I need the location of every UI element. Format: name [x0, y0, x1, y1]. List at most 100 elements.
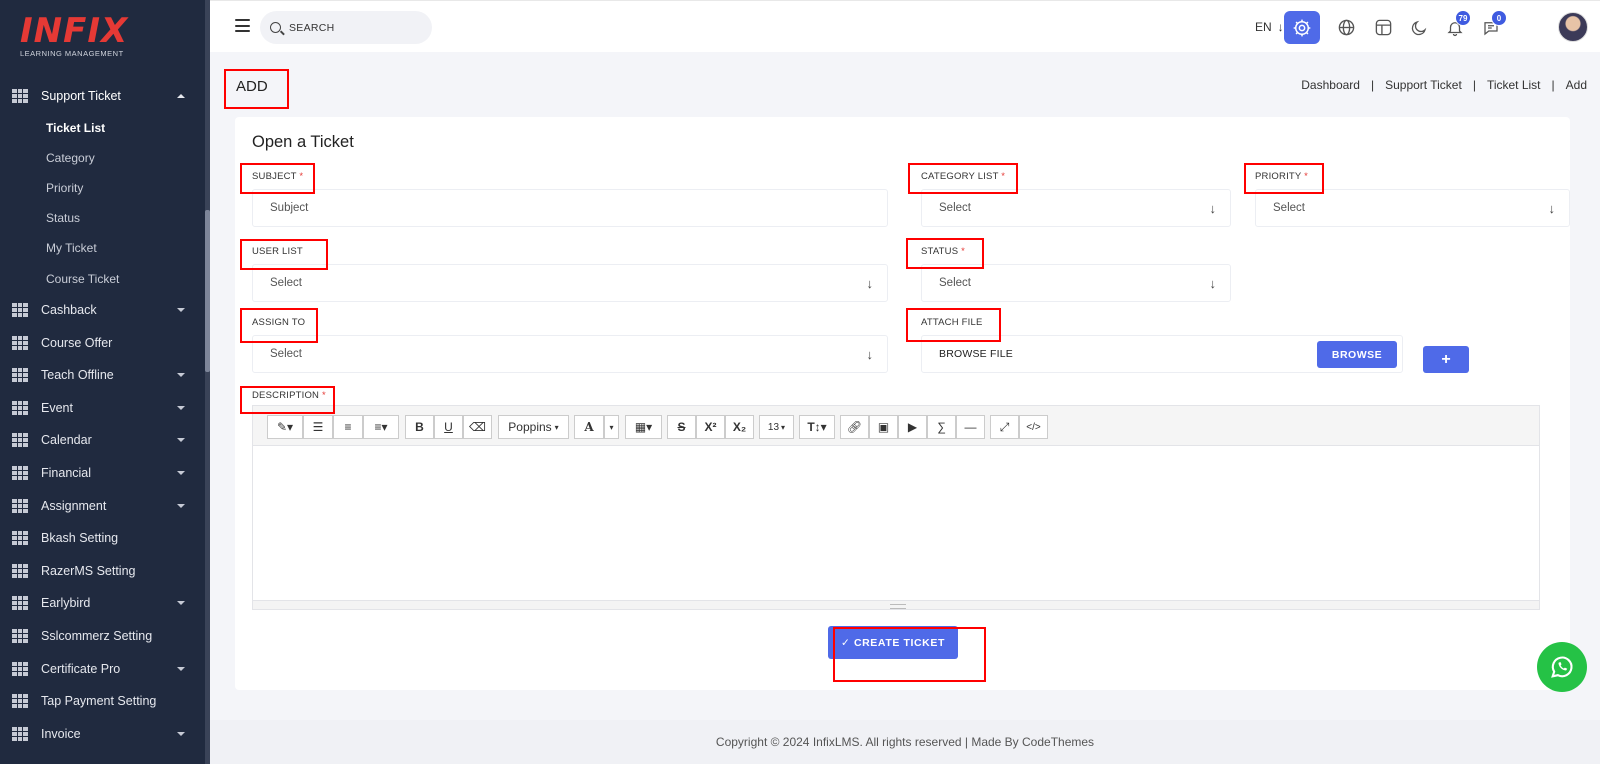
brand-logo[interactable]: INFIX LEARNING MANAGEMENT	[20, 14, 128, 58]
language-selector[interactable]: EN ↓	[1255, 20, 1284, 34]
sidebar-item-label: Calendar	[41, 433, 92, 448]
grid-icon	[12, 89, 28, 104]
menu-icon[interactable]	[235, 19, 250, 32]
table-button[interactable]: ▦▾	[625, 415, 662, 439]
search-input[interactable]: SEARCH	[260, 11, 432, 44]
editor-toolbar: ✎▾ ☰ ≡ ≡▾ B U ⌫ Poppins ▾ A ▾ ▦▾ S X² X₂ …	[253, 406, 1539, 446]
sidebar-item-bkash-setting[interactable]: Bkash Setting	[0, 522, 205, 555]
ordered-list-button[interactable]: ≡	[333, 415, 363, 439]
sidebar-item-event[interactable]: Event	[0, 392, 205, 425]
sidebar-item-calendar[interactable]: Calendar	[0, 424, 205, 457]
sidebar-subitem-status[interactable]: Status	[0, 203, 205, 233]
sidebar-subitem-priority[interactable]: Priority	[0, 173, 205, 203]
sidebar-item-razerms-setting[interactable]: RazerMS Setting	[0, 554, 205, 587]
sidebar-item-label: Invoice	[41, 726, 81, 741]
globe-button[interactable]	[1328, 11, 1364, 44]
search-icon	[270, 22, 281, 33]
link-button[interactable]: 🔗︎	[840, 415, 869, 439]
moon-icon	[1411, 20, 1427, 35]
breadcrumb-ticket-list[interactable]: Ticket List	[1487, 78, 1541, 92]
sidebar-item-financial[interactable]: Financial	[0, 457, 205, 490]
superscript-button[interactable]: X²	[696, 415, 725, 439]
sidebar-item-invoice[interactable]: Invoice	[0, 717, 205, 750]
sidebar-subitem-my-ticket[interactable]: My Ticket	[0, 233, 205, 263]
highlight-box	[224, 69, 289, 109]
font-size-dropdown[interactable]: 13 ▾	[759, 415, 794, 439]
sidebar-item-assignment[interactable]: Assignment	[0, 489, 205, 522]
eraser-button[interactable]: ⌫	[463, 415, 492, 439]
line-height-button[interactable]: T↕▾	[799, 415, 835, 439]
globe-icon	[1338, 19, 1354, 36]
layout-button[interactable]	[1365, 11, 1401, 44]
align-button[interactable]: ≡▾	[363, 415, 399, 439]
horizontal-rule-button[interactable]: —	[956, 415, 985, 439]
sidebar: INFIX LEARNING MANAGEMENT Support Ticket…	[0, 0, 210, 764]
breadcrumb-dashboard[interactable]: Dashboard	[1301, 78, 1360, 92]
description-textarea[interactable]	[253, 447, 1539, 602]
browse-button[interactable]: BROWSE	[1317, 341, 1397, 368]
description-editor: ✎▾ ☰ ≡ ≡▾ B U ⌫ Poppins ▾ A ▾ ▦▾ S X² X₂ …	[252, 405, 1540, 610]
chevron-down-icon	[177, 438, 185, 443]
text-color-button[interactable]: A	[574, 415, 604, 439]
bold-button[interactable]: B	[405, 415, 434, 439]
subject-input[interactable]: Subject	[252, 189, 888, 227]
line-height-icon: T↕▾	[807, 420, 827, 434]
code-view-button[interactable]: </>	[1019, 415, 1048, 439]
settings-gear-button[interactable]	[1284, 11, 1320, 44]
sidebar-subitem-category[interactable]: Category	[0, 143, 205, 173]
sidebar-item-label: Sslcommerz Setting	[41, 628, 153, 643]
sidebar-item-teach-offline[interactable]: Teach Offline	[0, 359, 205, 392]
breadcrumb-support-ticket[interactable]: Support Ticket	[1385, 78, 1462, 92]
highlight-box	[908, 163, 1018, 194]
link-icon: 🔗︎	[846, 420, 863, 434]
sidebar-item-label: Cashback	[41, 303, 97, 318]
sidebar-item-earlybird[interactable]: Earlybird	[0, 587, 205, 620]
chevron-down-icon	[177, 308, 185, 313]
font-family-dropdown[interactable]: Poppins ▾	[498, 415, 569, 439]
highlight-box	[906, 308, 1001, 342]
underline-button[interactable]: U	[434, 415, 463, 439]
whatsapp-button[interactable]	[1537, 642, 1587, 692]
sidebar-scroll-thumb[interactable]	[205, 210, 210, 372]
sidebar-subitem-course-ticket[interactable]: Course Ticket	[0, 264, 205, 294]
assign-to-select[interactable]: Select ↓	[252, 335, 888, 373]
video-button[interactable]: ▶	[898, 415, 927, 439]
sidebar-item-label: Bkash Setting	[41, 531, 119, 546]
user-list-select[interactable]: Select ↓	[252, 264, 888, 302]
sidebar-item-course-offer[interactable]: Course Offer	[0, 326, 205, 359]
sidebar-scrollbar[interactable]	[205, 0, 210, 764]
breadcrumb: Dashboard | Support Ticket | Ticket List | …	[1301, 78, 1587, 92]
priority-select[interactable]: Select ↓	[1255, 189, 1570, 227]
subscript-button[interactable]: X₂	[725, 415, 754, 439]
arrow-down-icon: ↓	[1277, 20, 1284, 34]
strikethrough-button[interactable]: S	[667, 415, 696, 439]
sigma-icon: ∑	[937, 420, 946, 434]
card-title: Open a Ticket	[252, 133, 354, 151]
font-size-value: 13	[767, 421, 780, 433]
sidebar-item-certificate-pro[interactable]: Certificate Pro	[0, 652, 205, 685]
category-select[interactable]: Select ↓	[921, 189, 1231, 227]
editor-resize-handle[interactable]	[253, 600, 1539, 609]
math-button[interactable]: ∑	[927, 415, 956, 439]
add-attachment-button[interactable]: +	[1423, 346, 1469, 373]
unordered-list-button[interactable]: ☰	[303, 415, 333, 439]
notifications-button[interactable]: 79	[1437, 10, 1473, 44]
fullscreen-button[interactable]: ⤢	[990, 415, 1019, 439]
messages-button[interactable]: 0	[1473, 10, 1509, 44]
chevron-down-icon	[177, 503, 185, 508]
avatar[interactable]	[1558, 12, 1588, 42]
dark-mode-toggle[interactable]	[1401, 11, 1437, 44]
sidebar-item-tap-payment-setting[interactable]: Tap Payment Setting	[0, 685, 205, 718]
sidebar-item-sslcommerz-setting[interactable]: Sslcommerz Setting	[0, 620, 205, 653]
table-icon: ▦▾	[634, 420, 653, 434]
sidebar-item-support-ticket[interactable]: Support Ticket	[0, 80, 205, 113]
sidebar-item-cashback[interactable]: Cashback	[0, 294, 205, 327]
image-button[interactable]: ▣	[869, 415, 898, 439]
magic-wand-button[interactable]: ✎▾	[267, 415, 303, 439]
arrow-down-icon: ↓	[866, 276, 874, 291]
bullet-list-icon: ☰	[312, 420, 324, 434]
status-select[interactable]: Select ↓	[921, 264, 1231, 302]
text-color-dropdown[interactable]: ▾	[604, 415, 619, 439]
grid-icon	[12, 498, 28, 513]
sidebar-subitem-ticket-list[interactable]: Ticket List	[0, 113, 205, 143]
